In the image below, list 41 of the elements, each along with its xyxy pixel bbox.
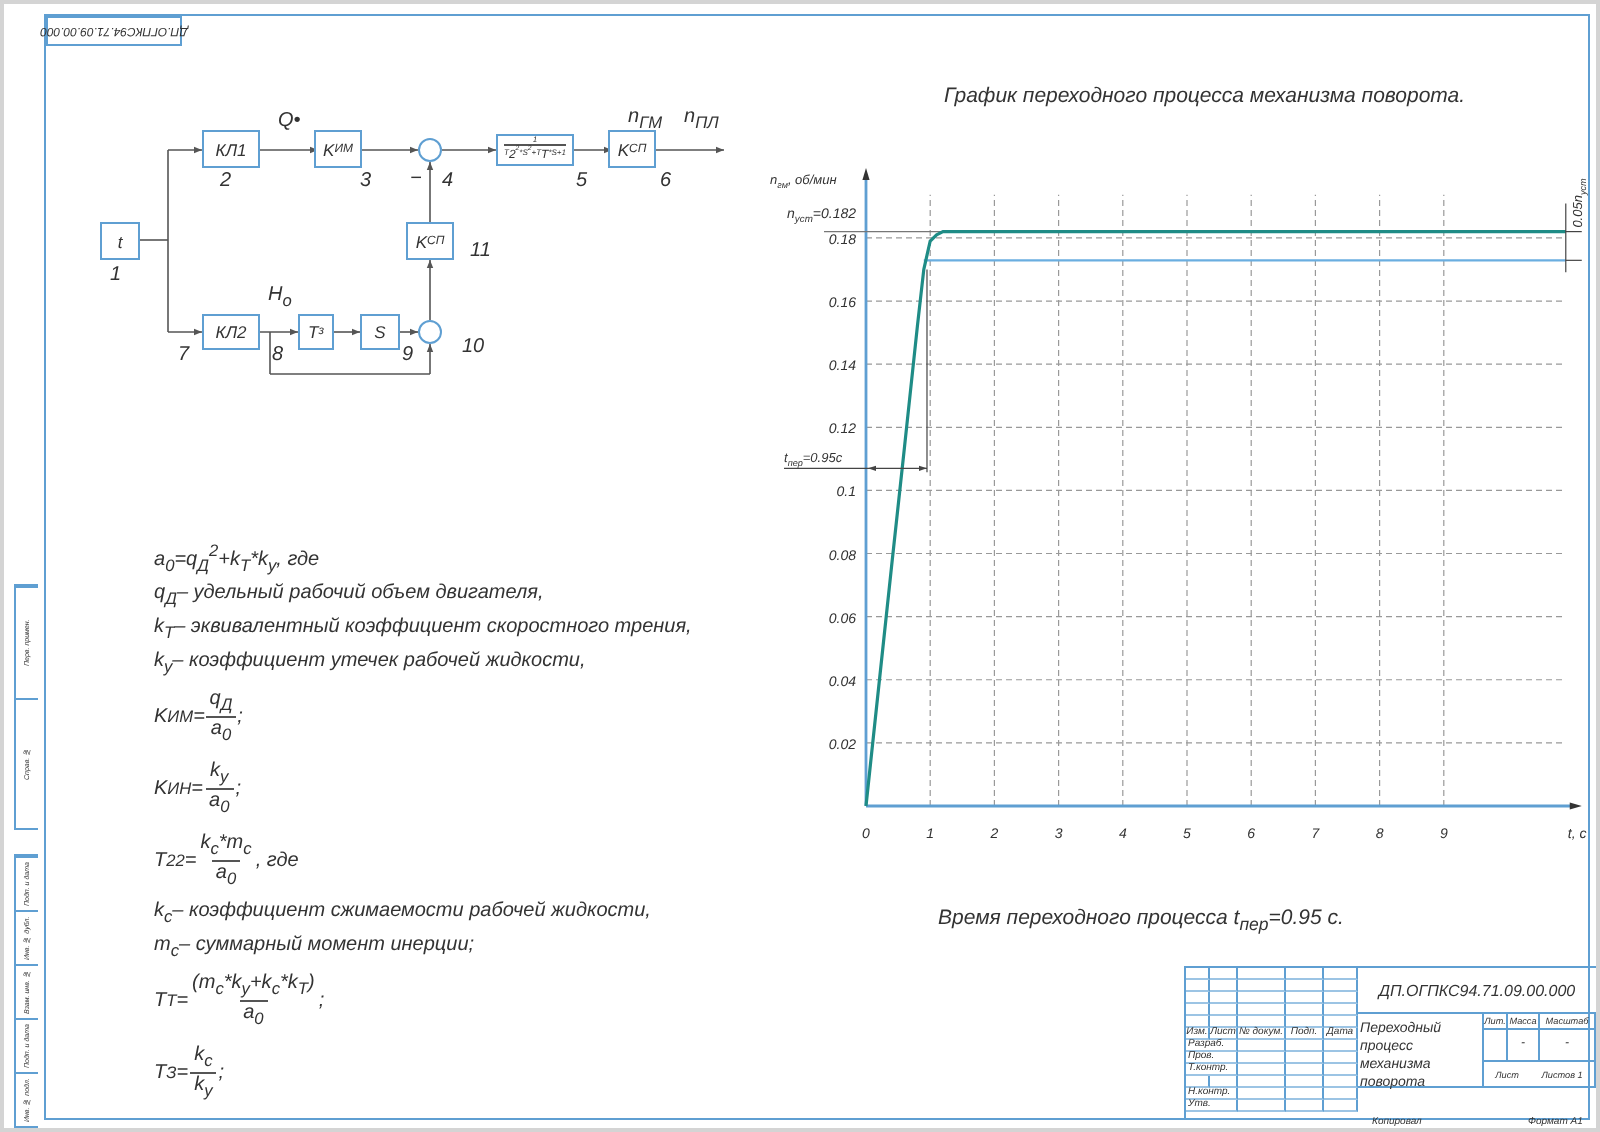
- signal-arrow: [426, 161, 434, 223]
- drawing-code: ДП.ОГПКС94.71.09.00.000: [1358, 968, 1596, 1014]
- graph-caption: Время переходного процесса t$_{пер}$=0.95 с.: [938, 906, 1344, 935]
- formula-text: k$_{T}$– эквивалентный коэффициент скоростного трения,: [154, 616, 694, 645]
- block-number: 4: [442, 170, 454, 192]
- block-number: 5: [576, 170, 588, 192]
- signal-label: n$_{ГМ}$: [628, 106, 663, 132]
- signal-arrow: [441, 146, 497, 154]
- diagram-block: t: [100, 222, 140, 260]
- signal-label: H$_{o}$: [268, 284, 292, 310]
- formula-text: k$_{c}$– коэффициент сжимаемости рабочей жидкости,: [154, 900, 653, 929]
- signal-arrow: [426, 259, 434, 321]
- signal-label: Q•: [278, 110, 301, 132]
- block-number: 7: [178, 344, 190, 366]
- block-number: 3: [360, 170, 372, 192]
- signal-arrow: [426, 343, 434, 375]
- summing-junction: [418, 320, 442, 344]
- block-number: 9: [402, 344, 414, 366]
- formula-text: a$_{0}$=q$_{Д}$$^{2}$+k$_{T}$*k$_{y}$, где: [154, 538, 322, 577]
- signal-label: −: [410, 168, 422, 190]
- block-number: 8: [272, 344, 284, 366]
- signal-arrow: [259, 328, 299, 336]
- signal-arrow: [573, 146, 613, 154]
- block-number: 10: [462, 336, 485, 358]
- signal-arrow: [167, 146, 203, 154]
- signal-arrow: [167, 328, 203, 336]
- signal-label: n$_{ПЛ}$: [684, 106, 719, 132]
- summing-junction: [418, 138, 442, 162]
- signal-arrow: [259, 146, 319, 154]
- diagram-block: КЛ1: [202, 130, 260, 168]
- block-number: 1: [110, 264, 122, 286]
- diagram-block: КЛ2: [202, 314, 260, 350]
- graph-title: График переходного процесса механизма поворота.: [944, 84, 1466, 108]
- formula-text: q$_{Д}$– удельный рабочий объем двигателя,: [154, 582, 546, 611]
- block-number: 2: [220, 170, 232, 192]
- formula-text: k$_{y}$– коэффициент утечек рабочей жидкости,: [154, 650, 588, 679]
- block-number: 11: [470, 240, 491, 262]
- signal-arrow: [333, 328, 361, 336]
- formula-text: m$_{c}$– суммарный момент инерции;: [154, 934, 477, 963]
- block-number: 6: [660, 170, 672, 192]
- diagram-block: S: [360, 314, 400, 350]
